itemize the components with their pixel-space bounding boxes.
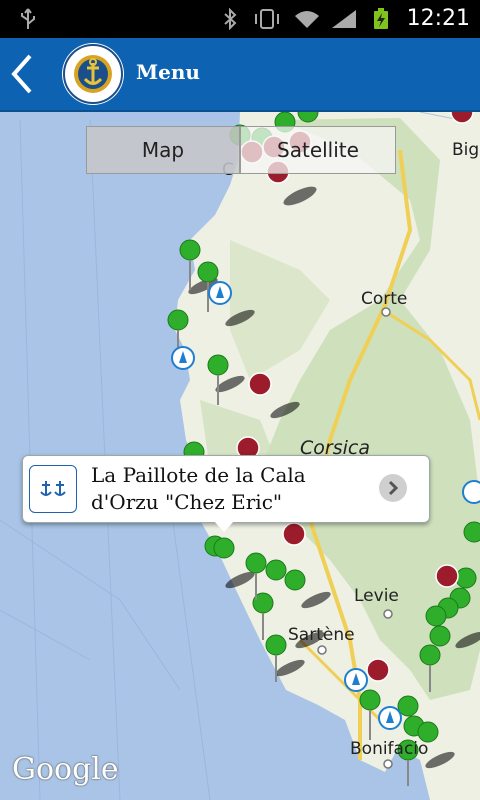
map-label-bastia-partial: Big	[452, 140, 480, 160]
callout-title: La Paillote de la Cala d'Orzu "Chez Eric…	[91, 463, 306, 514]
green-pins	[167, 112, 480, 761]
map-label-corte: Corte	[361, 289, 408, 309]
map-mode-button[interactable]: Map	[86, 126, 240, 174]
map-label-sartene: Sartène	[288, 625, 355, 645]
map-label-levie: Levie	[354, 586, 399, 606]
usb-icon	[21, 8, 35, 29]
status-bar: 12:21	[0, 0, 480, 38]
callout-pointer	[213, 520, 235, 532]
town-dots	[317, 307, 393, 769]
app-logo	[62, 43, 124, 105]
header-bar: Menu	[0, 38, 480, 112]
vibrate-icon	[255, 9, 279, 29]
chevron-right-icon	[388, 480, 399, 496]
callout-disclosure-button[interactable]	[379, 474, 407, 502]
clock: 12:21	[406, 6, 470, 31]
wifi-icon	[295, 11, 319, 28]
map-label-bonifacio: Bonifacio	[350, 739, 429, 759]
google-attribution: Google	[12, 752, 119, 787]
marker-info-callout[interactable]: La Paillote de la Cala d'Orzu "Chez Eric…	[22, 455, 430, 523]
back-arrow-icon[interactable]	[4, 50, 44, 98]
satellite-mode-button[interactable]: Satellite	[240, 126, 396, 174]
anchor-icon	[29, 465, 77, 513]
battery-charging-icon	[374, 8, 388, 29]
bluetooth-icon	[224, 8, 237, 30]
signal-icon	[332, 10, 356, 28]
page-title: Menu	[136, 60, 200, 84]
